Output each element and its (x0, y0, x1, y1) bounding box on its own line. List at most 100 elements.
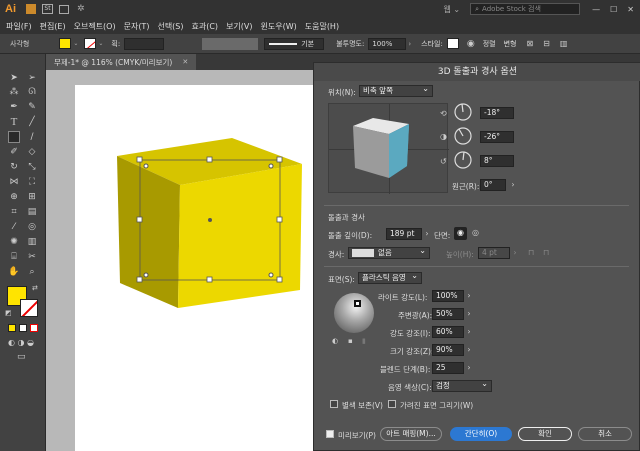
rotate-x-field[interactable]: -18° (480, 107, 514, 119)
gradient-mode-icon[interactable] (19, 324, 27, 332)
light-handle[interactable] (354, 300, 361, 307)
menu-object[interactable]: 오브젝트(O) (74, 21, 116, 32)
light-intensity-arrow-icon[interactable]: › (464, 290, 474, 302)
shaper-icon[interactable]: ✐ (8, 146, 20, 158)
fill-swatch[interactable] (59, 38, 72, 49)
menu-window[interactable]: 윈도우(W) (261, 21, 297, 32)
ambient-field[interactable]: 50% (432, 308, 464, 320)
stroke-swatch[interactable] (84, 38, 97, 49)
paintbrush-icon[interactable]: ∕ (26, 131, 38, 143)
perspective-field[interactable]: 0° (480, 179, 506, 191)
rotate-y-dial[interactable] (454, 127, 472, 145)
selection-tool-icon[interactable]: ➤ (8, 72, 20, 84)
rectangle-icon[interactable] (8, 131, 20, 143)
ambient-arrow-icon[interactable]: › (464, 308, 474, 320)
opacity-arrow-icon[interactable]: › (408, 40, 411, 48)
fill-dropdown-icon[interactable]: ⌄ (73, 40, 78, 47)
highlight-intensity-arrow-icon[interactable]: › (464, 326, 474, 338)
line-icon[interactable]: ╱ (26, 116, 38, 128)
align-label[interactable]: 정렬 (483, 39, 496, 49)
more-options-icon[interactable]: ▥ (560, 39, 568, 48)
cancel-button[interactable]: 취소 (578, 427, 632, 441)
new-light-icon[interactable]: ▪ (348, 337, 353, 345)
highlight-size-field[interactable]: 90% (432, 344, 464, 356)
scale-icon[interactable]: ⤡ (26, 161, 38, 173)
arrange-docs-icon[interactable] (59, 4, 69, 14)
lighting-sphere[interactable] (334, 293, 374, 333)
stroke-color-box[interactable] (20, 299, 38, 317)
lasso-icon[interactable]: ᘏ (26, 86, 38, 98)
ok-button[interactable]: 확인 (518, 427, 572, 441)
preview-label[interactable]: 미리보기(P) (338, 430, 376, 441)
highlight-size-arrow-icon[interactable]: › (464, 344, 474, 356)
type-icon[interactable]: T (8, 116, 20, 128)
cap-on-button[interactable]: ◉ (454, 227, 467, 240)
distribute-icon[interactable]: ⊟ (543, 39, 550, 48)
move-light-back-icon[interactable]: ◐ (332, 337, 338, 345)
menu-type[interactable]: 문자(T) (124, 21, 150, 32)
rotate-x-dial[interactable] (454, 103, 472, 121)
stroke-weight-field[interactable] (124, 37, 165, 50)
rotate-icon[interactable]: ↻ (8, 161, 20, 173)
zoom-icon[interactable]: ⌕ (26, 266, 38, 278)
menu-edit[interactable]: 편집(E) (40, 21, 66, 32)
menu-help[interactable]: 도움말(H) (305, 21, 339, 32)
document-tab[interactable]: 무제-1* @ 116% (CMYK/미리보기) ✕ (46, 54, 197, 70)
curvature-icon[interactable]: ✎ (26, 101, 38, 113)
menu-file[interactable]: 파일(F) (6, 21, 32, 32)
width-icon[interactable]: ⋈ (8, 176, 20, 188)
menu-view[interactable]: 보기(V) (226, 21, 252, 32)
menu-effect[interactable]: 효과(C) (192, 21, 219, 32)
stroke-style-select[interactable]: 기본 (264, 37, 325, 50)
recolor-icon[interactable]: ◉ (467, 39, 475, 49)
free-transform-icon[interactable]: ⛶ (26, 176, 38, 188)
draw-hidden-label[interactable]: 가려진 표면 그리기(W) (400, 400, 473, 411)
workspace-menu[interactable]: 웹 ⌄ (444, 4, 461, 15)
gpu-icon[interactable]: ✲ (77, 4, 85, 14)
column-graph-icon[interactable]: ▥ (26, 236, 38, 248)
color-mode-icon[interactable] (8, 324, 16, 332)
close-icon[interactable]: ✕ (627, 5, 634, 14)
depth-arrow-icon[interactable]: › (422, 228, 432, 240)
surface-select[interactable]: 플라스틱 음영 (358, 271, 422, 284)
search-box[interactable]: ⌕ Adobe Stock 검색 (470, 3, 581, 15)
mesh-icon[interactable]: ⌗ (8, 206, 20, 218)
rotate-z-dial[interactable] (454, 151, 472, 169)
tab-close-icon[interactable]: ✕ (182, 58, 188, 66)
variable-width-field[interactable] (202, 37, 259, 50)
draw-mode-icon[interactable]: ◐ ◑ ◒ (8, 338, 34, 347)
blend-icon[interactable]: ◎ (26, 221, 38, 233)
cube-artwork[interactable] (100, 130, 314, 310)
menu-select[interactable]: 선택(S) (157, 21, 183, 32)
rotate-y-field[interactable]: -26° (480, 131, 514, 143)
blend-steps-arrow-icon[interactable]: › (464, 362, 474, 374)
highlight-intensity-field[interactable]: 60% (432, 326, 464, 338)
fewer-options-button[interactable]: 간단히(O) (450, 427, 512, 441)
gradient-icon[interactable]: ▤ (26, 206, 38, 218)
direct-selection-icon[interactable]: ➢ (26, 72, 38, 84)
minimize-icon[interactable]: — (592, 5, 600, 14)
eyedropper-icon[interactable]: ⁄ (8, 221, 20, 233)
transform-label[interactable]: 변형 (504, 39, 517, 49)
preserve-spot-checkbox[interactable] (330, 400, 338, 408)
shape-builder-icon[interactable]: ⊕ (8, 191, 20, 203)
default-colors-icon[interactable]: ◩ (5, 309, 12, 317)
artboard-icon[interactable]: ⌸ (8, 251, 20, 263)
style-swatch[interactable] (446, 38, 459, 49)
isolate-icon[interactable]: ⊠ (526, 39, 533, 48)
cap-off-button[interactable]: ◎ (469, 227, 482, 240)
bridge-icon[interactable] (26, 4, 36, 14)
symbol-sprayer-icon[interactable]: ✺ (8, 236, 20, 248)
position-select[interactable]: 비축 앞쪽 (359, 84, 433, 97)
hand-icon[interactable]: ✋ (8, 266, 20, 278)
blend-steps-field[interactable]: 25 (432, 362, 464, 374)
depth-field[interactable]: 189 pt (386, 228, 422, 240)
screen-mode-icon[interactable]: ▭ (17, 352, 26, 362)
stock-icon[interactable]: St (42, 4, 53, 14)
pen-icon[interactable]: ✒ (8, 101, 20, 113)
magic-wand-icon[interactable]: ⁂ (8, 86, 20, 98)
track-cube-area[interactable] (328, 103, 449, 194)
shade-color-select[interactable]: 검정 (432, 379, 492, 392)
track-cube-icon[interactable] (349, 116, 419, 184)
perspective-arrow-icon[interactable]: › (508, 179, 518, 191)
